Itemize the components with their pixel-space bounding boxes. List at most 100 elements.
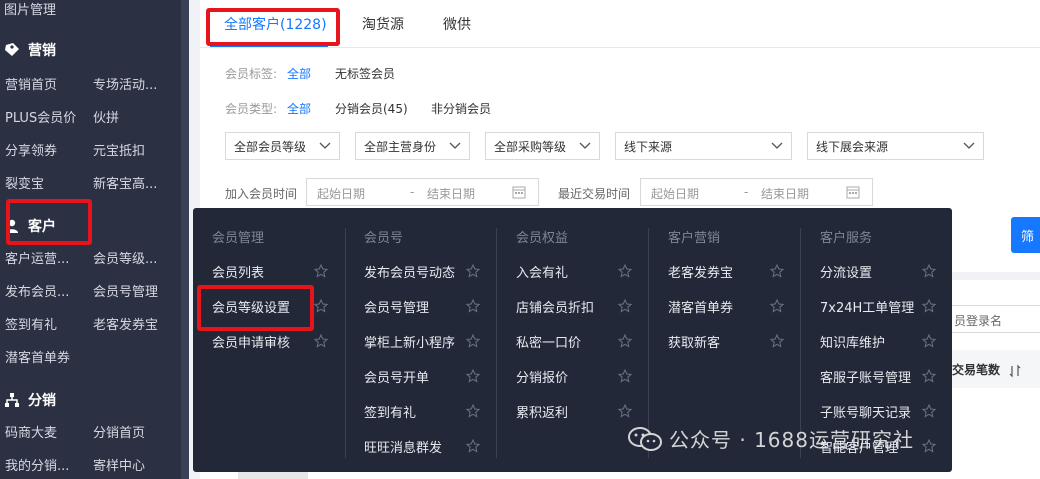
star-icon[interactable] [466,404,480,418]
tab-taohuoyuan[interactable]: 淘货源 [362,14,404,34]
sidebar-item[interactable]: 伙拼 [93,107,119,126]
menu-item[interactable]: 旺旺消息群发 [364,437,442,456]
menu-item[interactable]: 私密一口价 [516,332,581,351]
sidebar-item[interactable]: 会员号管理 [93,281,158,300]
tab-weigong[interactable]: 微供 [443,14,471,34]
calendar-icon [512,186,526,199]
login-name-input[interactable]: 员登录名 [945,305,1040,333]
menu-divider [496,228,497,458]
star-icon[interactable] [314,334,328,348]
star-icon[interactable] [466,369,480,383]
sidebar-item[interactable]: 签到有礼 [5,314,57,333]
trade-count-column-header[interactable]: 交易笔数 [952,350,1040,388]
menu-item[interactable]: 会员等级设置 [212,297,290,316]
star-icon[interactable] [466,264,480,278]
member-type-option[interactable]: 全部 [287,100,311,117]
star-icon[interactable] [922,404,936,418]
menu-item[interactable]: 7x24H工单管理 [820,297,914,316]
filter-button[interactable]: 筛 [1011,217,1040,253]
sidebar-item[interactable]: 老客发券宝 [93,314,158,333]
sidebar-item[interactable]: 元宝抵扣 [93,140,145,159]
tab-all-customers[interactable]: 全部客户(1228) [224,14,327,34]
member-type-option[interactable]: 非分销会员 [431,100,491,117]
sidebar-item-image-manage[interactable]: 图片管理 [4,0,56,18]
star-icon[interactable] [466,299,480,313]
menu-item[interactable]: 潜客首单券 [668,297,733,316]
menu-item[interactable]: 会员申请审核 [212,332,290,351]
sidebar-heading-customer[interactable]: 客户 [4,216,56,236]
menu-item[interactable]: 老客发券宝 [668,262,733,281]
menu-item[interactable]: 客服子账号管理 [820,367,911,386]
filter-button-label: 筛 [1021,229,1035,245]
menu-item[interactable]: 分销报价 [516,367,568,386]
last-trade-range[interactable]: 起始日期 - 结束日期 [640,178,873,206]
menu-item[interactable]: 知识库维护 [820,332,885,351]
star-icon[interactable] [770,299,784,313]
sort-icon[interactable] [1008,364,1022,378]
menu-column-title-member-benefits: 会员权益 [516,231,569,246]
menu-item[interactable]: 会员号开单 [364,367,429,386]
sidebar-item[interactable]: 码商大麦 [5,422,57,441]
sidebar-heading-label: 分销 [28,393,56,409]
section-gap [952,272,1040,280]
star-icon[interactable] [314,299,328,313]
sidebar-item[interactable]: PLUS会员价 [5,107,76,126]
star-icon[interactable] [618,299,632,313]
sidebar-item[interactable]: 寄样中心 [93,455,145,474]
main-identity-select[interactable]: 全部主营身份 [355,132,470,160]
star-icon[interactable] [922,264,936,278]
menu-item[interactable]: 签到有礼 [364,402,416,421]
star-icon[interactable] [770,264,784,278]
wechat-icon [628,426,662,451]
menu-item[interactable]: 会员号管理 [364,297,429,316]
star-icon[interactable] [618,264,632,278]
star-icon[interactable] [618,404,632,418]
menu-item[interactable]: 发布会员号动态 [364,262,455,281]
menu-item[interactable]: 会员列表 [212,262,264,281]
sidebar-item[interactable]: 裂变宝 [5,173,44,192]
star-icon[interactable] [466,334,480,348]
chevron-down-icon [319,142,331,149]
sidebar-item[interactable]: 分享领券 [5,140,57,159]
join-time-range[interactable]: 起始日期 - 结束日期 [306,178,539,206]
sidebar-scrollbar[interactable] [181,0,189,479]
star-icon[interactable] [922,369,936,383]
star-icon[interactable] [922,299,936,313]
offline-expo-source-select[interactable]: 线下展会来源 [807,132,984,160]
menu-item[interactable]: 分流设置 [820,262,872,281]
menu-item[interactable]: 获取新客 [668,332,720,351]
sidebar-item[interactable]: 发布会员... [5,281,80,300]
member-tag-option[interactable]: 无标签会员 [335,65,395,82]
menu-item[interactable]: 店铺会员折扣 [516,297,594,316]
sidebar-item[interactable]: 潜客首单券 [5,347,70,366]
sidebar-heading-marketing[interactable]: 营销 [4,40,56,60]
member-type-label: 会员类型: [225,102,278,116]
star-icon[interactable] [618,334,632,348]
sidebar-item[interactable]: 客户运营... [5,248,80,267]
star-icon[interactable] [922,334,936,348]
sidebar-item[interactable]: 新客宝高... [93,173,163,192]
purchase-level-select[interactable]: 全部采购等级 [485,132,600,160]
member-level-select[interactable]: 全部会员等级 [225,132,340,160]
menu-item[interactable]: 子账号聊天记录 [820,402,911,421]
sidebar-heading-distribution[interactable]: 分销 [4,390,56,410]
star-icon[interactable] [314,264,328,278]
date-sep: - [410,185,415,199]
star-icon[interactable] [922,439,936,453]
star-icon[interactable] [770,334,784,348]
offline-source-select[interactable]: 线下来源 [615,132,792,160]
sidebar-item[interactable]: 分销首页 [93,422,145,441]
chevron-down-icon [449,142,461,149]
star-icon[interactable] [618,369,632,383]
sidebar-item[interactable]: 我的分销... [5,455,80,474]
date-end: 结束日期 [427,187,476,201]
sidebar-item[interactable]: 会员等级... [93,248,163,267]
menu-item[interactable]: 掌柜上新小程序 [364,332,455,351]
menu-item[interactable]: 入会有礼 [516,262,568,281]
member-tag-option[interactable]: 全部 [287,65,311,82]
sidebar-item[interactable]: 营销首页 [5,74,57,93]
member-type-option[interactable]: 分销会员(45) [335,100,408,117]
menu-item[interactable]: 累积返利 [516,402,568,421]
sidebar-item[interactable]: 专场活动... [93,74,163,93]
star-icon[interactable] [466,439,480,453]
